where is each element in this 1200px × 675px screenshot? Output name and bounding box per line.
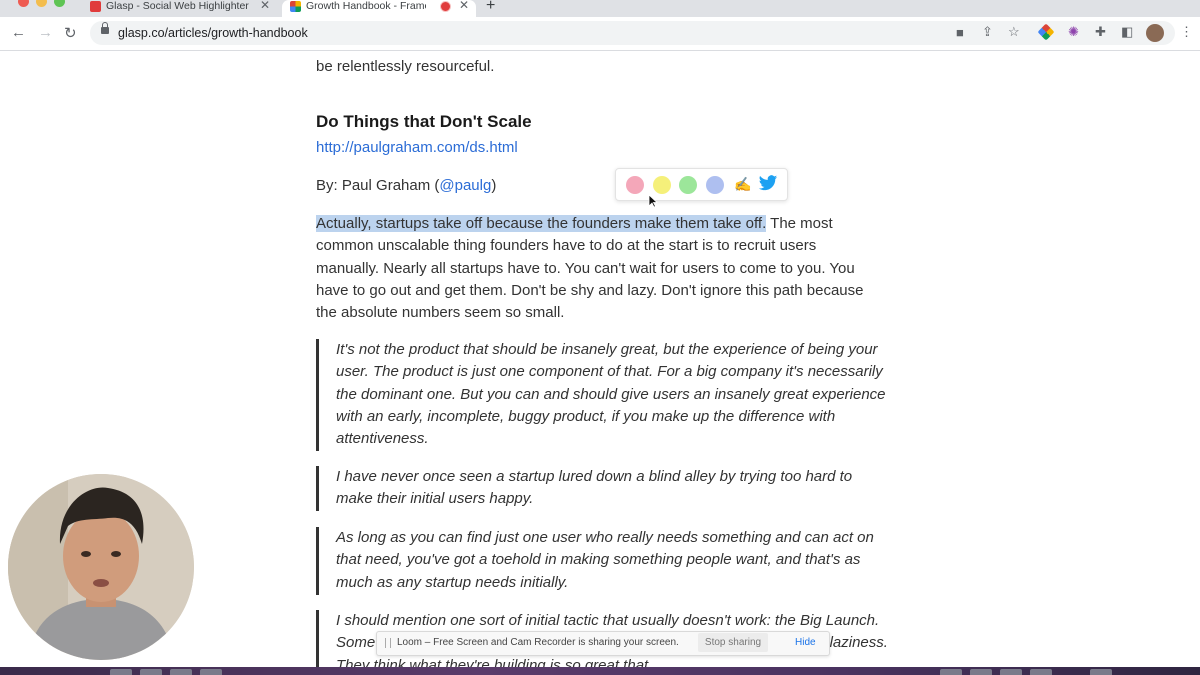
stop-sharing-button[interactable]: Stop sharing <box>698 633 768 652</box>
close-window-button[interactable] <box>18 0 29 7</box>
back-arrow-icon[interactable]: ← <box>11 24 26 41</box>
close-tab-icon[interactable]: ✕ <box>260 0 270 12</box>
quote-text: As long as you can find just one user wh… <box>336 529 874 591</box>
tab-title: Glasp - Social Web Highlighter <box>106 0 249 12</box>
glasp-favicon-icon <box>90 1 101 12</box>
dock-app-icon[interactable] <box>970 669 992 675</box>
byline-suffix: ) <box>491 177 497 194</box>
profile-avatar[interactable] <box>1146 24 1164 42</box>
dock-app-icon[interactable] <box>200 669 222 675</box>
sidebar-icon[interactable]: ◧ <box>1121 25 1133 39</box>
zoom-window-button[interactable] <box>54 0 65 7</box>
address-bar[interactable]: glasp.co/articles/growth-handbook ■ ⇪ ☆ <box>90 21 1175 45</box>
highlighted-text[interactable]: Actually, startups take off because the … <box>316 215 767 232</box>
camera-icon[interactable]: ■ <box>956 26 964 40</box>
presenter-video <box>8 474 194 660</box>
mouse-cursor-icon <box>648 194 658 208</box>
minimize-window-button[interactable] <box>36 0 47 7</box>
dock-app-icon[interactable] <box>1000 669 1022 675</box>
yellow-color-dot[interactable] <box>653 176 671 194</box>
byline-prefix: By: Paul Graham ( <box>316 177 440 194</box>
tab-title: Growth Handbook - Frame <box>306 0 426 12</box>
tab-growth-handbook[interactable]: Growth Handbook - Frame ✕ <box>282 0 476 17</box>
puzzle-icon[interactable]: ✚ <box>1095 25 1106 39</box>
blue-color-dot[interactable] <box>706 176 724 194</box>
url-text: glasp.co/articles/growth-handbook <box>118 26 308 40</box>
recording-indicator-icon <box>440 1 451 12</box>
article-link[interactable]: http://paulgraham.com/ds.html <box>316 139 518 156</box>
body-paragraph: Actually, startups take off because the … <box>316 213 881 324</box>
drag-handle-icon[interactable] <box>385 638 391 648</box>
pencil-note-icon[interactable]: ✍ <box>734 176 751 193</box>
share-message: Loom – Free Screen and Cam Recorder is s… <box>397 637 679 648</box>
frame-favicon-icon <box>290 1 301 12</box>
webcam-bubble[interactable] <box>8 474 194 660</box>
dock-app-icon[interactable] <box>940 669 962 675</box>
quote-text: It's not the product that should be insa… <box>336 341 886 448</box>
gear-extension-icon[interactable]: ✺ <box>1068 25 1079 39</box>
blockquote: I have never once seen a startup lured d… <box>316 466 889 511</box>
dock-app-icon[interactable] <box>1030 669 1052 675</box>
tab-glasp[interactable]: Glasp - Social Web Highlighter ✕ <box>82 0 278 17</box>
browser-toolbar: ← → ↻ glasp.co/articles/growth-handbook … <box>0 17 1200 51</box>
byline: By: Paul Graham (@paulg) <box>316 177 496 194</box>
reload-icon[interactable]: ↻ <box>64 24 77 42</box>
dock-app-icon[interactable] <box>1090 669 1112 675</box>
close-tab-icon[interactable]: ✕ <box>459 0 469 12</box>
paragraph-fragment: be relentlessly resourceful. <box>316 58 495 75</box>
tab-strip: Glasp - Social Web Highlighter ✕ Growth … <box>0 0 1200 17</box>
dock-app-icon[interactable] <box>140 669 162 675</box>
pink-color-dot[interactable] <box>626 176 644 194</box>
star-icon[interactable]: ☆ <box>1008 25 1020 39</box>
section-heading: Do Things that Don't Scale <box>316 112 532 131</box>
dock-app-icon[interactable] <box>110 669 132 675</box>
dock-app-icon[interactable] <box>170 669 192 675</box>
green-color-dot[interactable] <box>679 176 697 194</box>
macos-dock <box>0 667 1200 675</box>
plus-icon[interactable]: + <box>486 0 495 15</box>
forward-arrow-icon[interactable]: → <box>38 24 53 41</box>
screen-share-bar: Loom – Free Screen and Cam Recorder is s… <box>376 631 830 656</box>
highlight-color-popup: ✍ <box>615 168 788 201</box>
hide-button[interactable]: Hide <box>795 637 816 648</box>
share-icon[interactable]: ⇪ <box>982 25 993 39</box>
lock-icon <box>101 22 109 34</box>
blockquote: It's not the product that should be insa… <box>316 339 889 451</box>
author-handle-link[interactable]: @paulg <box>439 177 491 194</box>
quote-text: I have never once seen a startup lured d… <box>336 468 853 508</box>
twitter-icon[interactable] <box>758 175 778 192</box>
blockquote: As long as you can find just one user wh… <box>316 527 889 595</box>
more-menu-icon[interactable]: ⋮ <box>1180 25 1193 39</box>
